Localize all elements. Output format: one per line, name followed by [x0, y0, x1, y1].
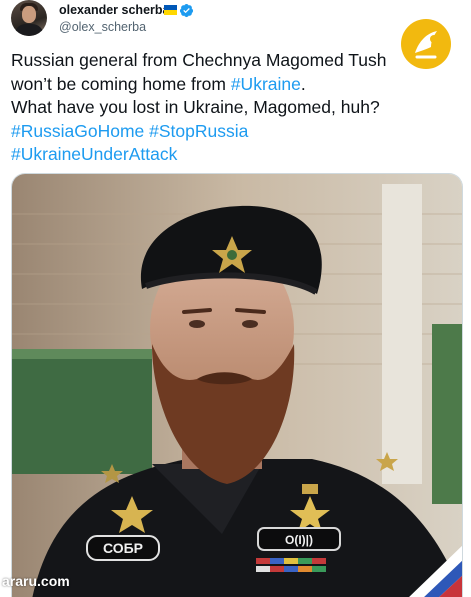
tweet-line: #UkraineUnderAttack — [11, 143, 411, 167]
tweet-line: Russian general from Chechnya Magomed Tu… — [11, 50, 387, 70]
display-name[interactable]: olexander scherba — [59, 3, 169, 17]
avatar[interactable] — [11, 0, 47, 36]
tweet-text: Russian general from Chechnya Magomed Tu… — [11, 49, 411, 167]
user-handle[interactable]: @olex_scherba — [59, 20, 146, 34]
tweet-line: won’t be coming home from #Ukraine. — [11, 73, 306, 94]
tweet-line: #RussiaGoHome #StopRussia — [11, 120, 411, 144]
watermark: araru.com — [2, 573, 70, 589]
tweet-line: What have you lost in Ukraine, Magomed, … — [11, 97, 380, 117]
tweet-photo[interactable]: СОБР O(I)|) — [11, 173, 463, 597]
avatar-suit — [14, 24, 44, 36]
hashtag-link[interactable]: #UkraineUnderAttack — [11, 144, 177, 164]
hashtag-link[interactable]: #Ukraine — [231, 74, 301, 94]
insignia-patch-text: O(I)|) — [285, 533, 313, 547]
verified-badge-icon — [179, 3, 194, 18]
avatar-face — [22, 6, 36, 23]
ukraine-flag-icon — [164, 5, 177, 15]
sobr-patch-text: СОБР — [103, 540, 143, 556]
hashtag-link[interactable]: #RussiaGoHome #StopRussia — [11, 121, 248, 141]
